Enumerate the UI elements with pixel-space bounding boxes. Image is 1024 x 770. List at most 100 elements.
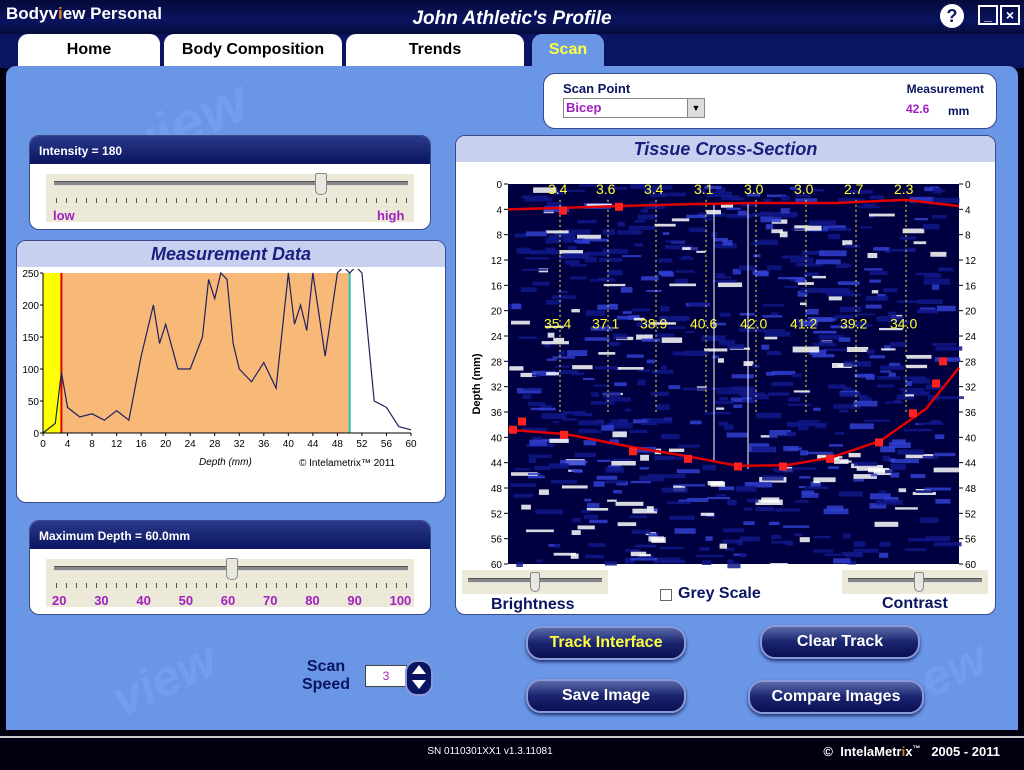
tissue-image: 0 04 48 812 1216 1620 2024 2428 2832 3236 3640 4044… — [471, 180, 977, 571]
scan-point-panel: Scan Point Bicep ▼ Measurement 42.6 mm — [543, 73, 997, 129]
measurement-chart: 0 4 8 12 16 20 24 28 32 36 40 44 48 52 56 6005010015020… — [22, 269, 417, 450]
x-tick-label: 28 — [209, 439, 221, 450]
scan-speed-label: Scan Speed — [301, 658, 350, 693]
brightness-slider-thumb[interactable] — [530, 572, 540, 592]
intensity-panel: Intensity = 180 low high — [29, 135, 431, 230]
intensity-slider-track[interactable] — [54, 181, 408, 186]
scan-speed-stepper[interactable] — [405, 660, 433, 696]
depth-tick-label-left: 52 — [491, 509, 503, 520]
x-tick-label: 0 — [40, 439, 46, 450]
depth-tick-label-left: 44 — [491, 459, 503, 470]
fat-region — [43, 273, 62, 433]
tab-body-composition[interactable]: Body Composition — [164, 34, 342, 66]
depth-tick-label-left: 24 — [491, 332, 503, 343]
track-point — [734, 462, 742, 471]
x-tick-label: 40 — [283, 439, 295, 450]
depth-tick-label-left: 40 — [491, 433, 503, 444]
fat-thickness-label: 2.7 — [844, 181, 864, 197]
y-tick-label: 250 — [22, 269, 39, 280]
depth-tick-label-right: 8 — [965, 231, 971, 242]
contrast-slider-thumb[interactable] — [914, 572, 924, 592]
depth-tick-label-left: 36 — [491, 408, 503, 419]
track-point — [559, 206, 567, 215]
x-tick-label: 48 — [332, 439, 344, 450]
arrow-up-icon[interactable] — [412, 665, 426, 674]
muscle-thickness-label: 41.2 — [790, 315, 817, 331]
y-tick-label: 0 — [33, 429, 39, 440]
scan-point-value: Bicep — [566, 100, 602, 115]
x-tick-label: 52 — [356, 439, 368, 450]
depth-tick-label-left: 48 — [491, 484, 503, 495]
close-button[interactable]: × — [1000, 5, 1020, 25]
max-depth-panel: Maximum Depth = 60.0mm 20 30 40 50 60 70 80 90 1… — [29, 520, 431, 615]
help-icon[interactable]: ? — [940, 4, 964, 28]
track-interface-button[interactable]: Track Interface — [526, 626, 686, 660]
intensity-slider-thumb[interactable] — [315, 173, 327, 195]
brightness-label: Brightness — [491, 596, 575, 613]
max-depth-tick-label: 40 — [136, 593, 151, 608]
fat-thickness-label: 3.0 — [744, 181, 764, 197]
scan-speed-input[interactable]: 3 — [365, 665, 407, 687]
x-tick-label: 32 — [234, 439, 246, 450]
max-depth-tick-label: 90 — [347, 593, 362, 608]
measurement-label: Measurement — [906, 82, 984, 96]
muscle-thickness-label: 38.9 — [640, 315, 667, 331]
depth-tick-label-right: 4 — [965, 205, 971, 216]
tissue-panel: Tissue Cross-Section 0 0 4 4 8 8 12 12 16 16 20 20 2… — [455, 135, 996, 615]
max-depth-tick-label: 100 — [389, 593, 412, 608]
contrast-label: Contrast — [882, 595, 948, 612]
x-tick-label: 56 — [381, 439, 393, 450]
arrow-down-icon[interactable] — [412, 680, 426, 689]
depth-tick-label-right: 44 — [965, 459, 977, 470]
depth-tick-label-left: 8 — [496, 231, 502, 242]
depth-tick-label-right: 20 — [965, 307, 977, 318]
track-point — [518, 417, 526, 426]
track-point — [875, 438, 883, 447]
scan-point-label: Scan Point — [563, 81, 631, 96]
measurement-data-panel: Measurement Data 0 4 8 12 16 20 24 28 32 36 40 44 48… — [16, 240, 446, 503]
fat-thickness-label: 3.6 — [596, 181, 616, 197]
track-point — [509, 425, 517, 434]
tab-trends[interactable]: Trends — [346, 34, 524, 66]
tab-bar: Home Body Composition Trends Scan — [0, 34, 1024, 68]
x-tick-label: 60 — [405, 439, 417, 450]
max-depth-tick-label: 70 — [263, 593, 278, 608]
y-tick-label: 50 — [28, 397, 40, 408]
depth-tick-label-right: 16 — [965, 281, 977, 292]
muscle-region — [61, 273, 350, 433]
save-image-button[interactable]: Save Image — [526, 679, 686, 713]
intensity-label: Intensity = 180 — [30, 136, 430, 164]
track-point — [629, 447, 637, 456]
depth-tick-label-left: 16 — [491, 281, 503, 292]
depth-tick-label-right: 0 — [965, 180, 971, 191]
depth-axis-label: Depth (mm) — [471, 353, 483, 414]
muscle-thickness-label: 42.0 — [740, 315, 767, 331]
max-depth-slider-thumb[interactable] — [226, 558, 238, 580]
clear-track-button[interactable]: Clear Track — [760, 625, 920, 659]
grey-scale-checkbox[interactable] — [660, 589, 672, 601]
max-depth-tick-label: 60 — [220, 593, 236, 608]
tissue-title: Tissue Cross-Section — [456, 136, 995, 162]
track-point — [932, 379, 940, 388]
fat-thickness-label: 3.4 — [644, 181, 664, 197]
measurement-unit: mm — [948, 104, 970, 118]
tab-scan[interactable]: Scan — [532, 34, 604, 66]
intensity-high-label: high — [377, 208, 405, 223]
x-tick-label: 8 — [89, 439, 95, 450]
fat-thickness-label: 2.3 — [894, 181, 914, 197]
x-tick-label: 24 — [185, 439, 197, 450]
y-tick-label: 150 — [22, 333, 39, 344]
profile-title: John Athletic's Profile — [412, 8, 612, 29]
max-depth-tick-label: 80 — [305, 593, 320, 608]
depth-tick-label-right: 52 — [965, 509, 977, 520]
chevron-down-icon[interactable]: ▼ — [687, 99, 704, 117]
max-depth-tick-label: 20 — [52, 593, 67, 608]
track-point — [615, 202, 623, 211]
footer-copyright: © IntelaMetrix™ 2005 - 2011 — [823, 744, 1000, 759]
scan-point-select[interactable]: Bicep ▼ — [563, 98, 705, 118]
compare-images-button[interactable]: Compare Images — [748, 680, 924, 714]
intensity-low-label: low — [53, 208, 75, 223]
minimize-button[interactable]: _ — [978, 5, 998, 25]
tab-home[interactable]: Home — [18, 34, 160, 66]
grey-scale-label: Grey Scale — [678, 585, 761, 602]
